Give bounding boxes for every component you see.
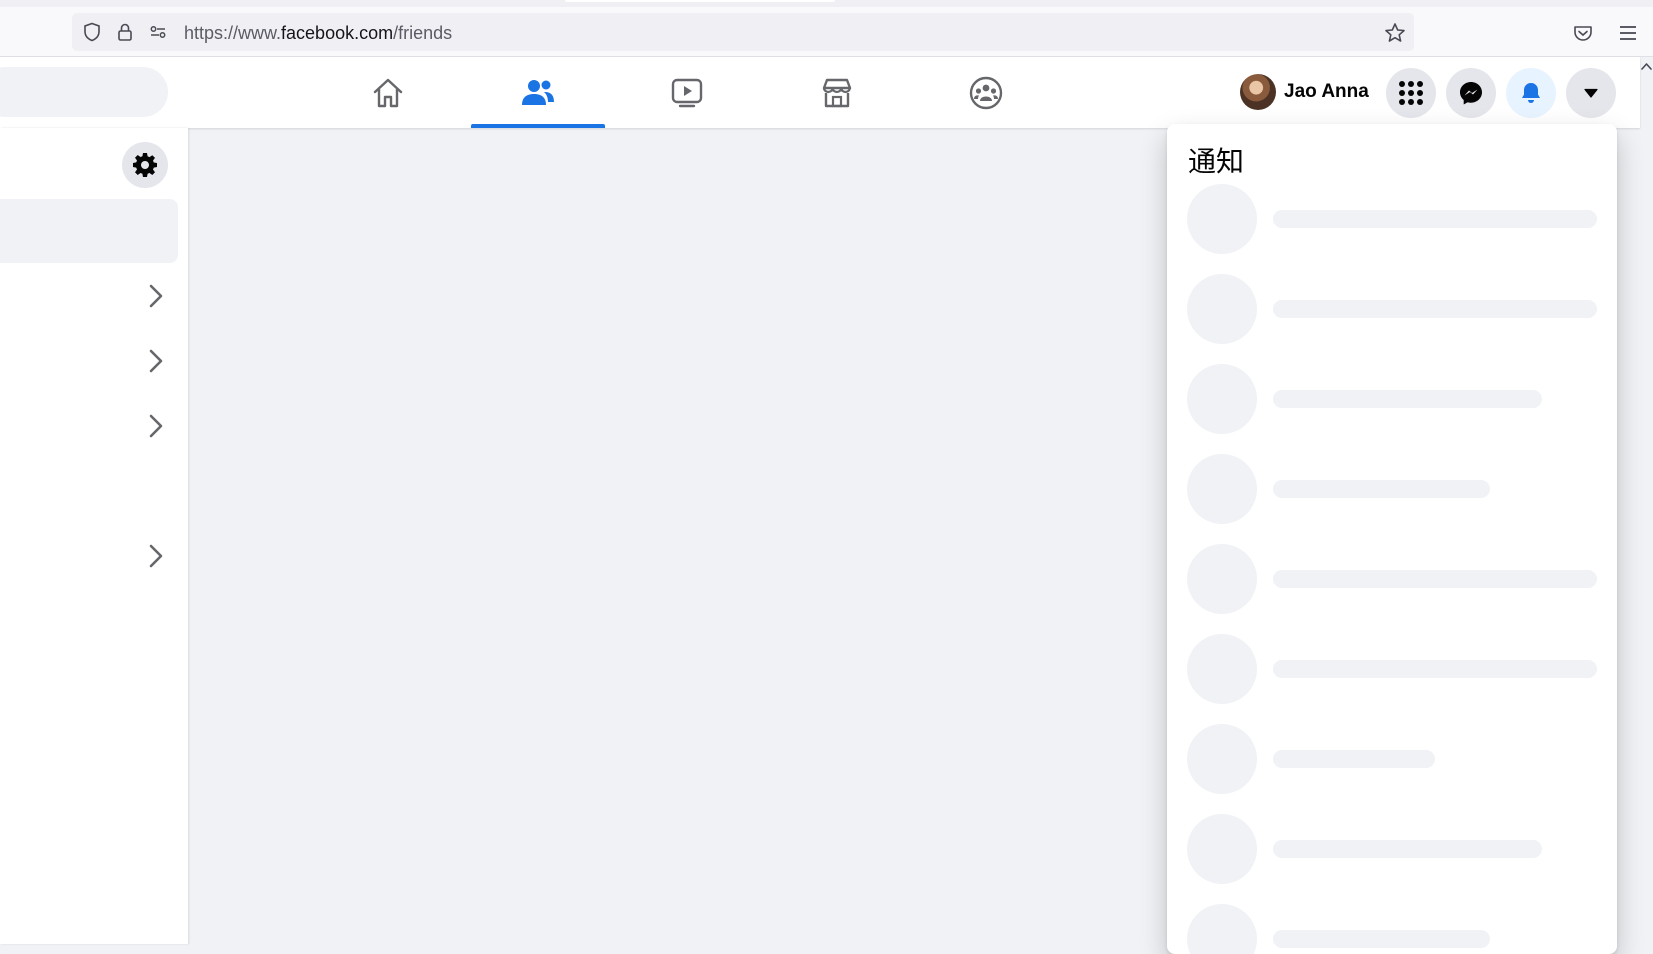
notification-skeleton-row bbox=[1187, 274, 1597, 344]
address-bar[interactable]: https://www.facebook.com/friends bbox=[72, 13, 1414, 51]
notifications-button[interactable] bbox=[1506, 68, 1556, 118]
url-text[interactable]: https://www.facebook.com/friends bbox=[184, 23, 452, 44]
messenger-icon bbox=[1460, 82, 1482, 105]
grid-icon bbox=[1399, 81, 1423, 105]
left-sidebar bbox=[0, 128, 188, 944]
chevron-right-icon[interactable] bbox=[146, 412, 166, 440]
skeleton-avatar bbox=[1187, 724, 1257, 794]
app-menu-icon[interactable] bbox=[1617, 22, 1639, 44]
chevron-right-icon[interactable] bbox=[146, 542, 166, 570]
url-host: facebook.com bbox=[281, 23, 394, 43]
skeleton-text-bar bbox=[1273, 750, 1435, 768]
messenger-button[interactable] bbox=[1446, 68, 1496, 118]
bell-icon bbox=[1522, 83, 1540, 103]
skeleton-text-bar bbox=[1273, 930, 1490, 948]
notification-skeleton-row bbox=[1187, 364, 1597, 434]
active-browser-tab[interactable] bbox=[565, 0, 835, 2]
skeleton-avatar bbox=[1187, 454, 1257, 524]
sidebar-item-selected[interactable] bbox=[0, 199, 178, 263]
pocket-icon[interactable] bbox=[1572, 22, 1594, 44]
notification-skeleton-row bbox=[1187, 544, 1597, 614]
nav-tab-watch[interactable] bbox=[620, 57, 754, 128]
skeleton-avatar bbox=[1187, 544, 1257, 614]
notification-skeleton-row bbox=[1187, 904, 1597, 954]
nav-tab-friends[interactable] bbox=[471, 57, 605, 128]
nav-tab-home[interactable] bbox=[321, 57, 455, 128]
browser-tab-strip bbox=[0, 0, 1653, 7]
bookmark-star-icon[interactable] bbox=[1384, 22, 1406, 44]
browser-toolbar: https://www.facebook.com/friends bbox=[0, 7, 1653, 57]
nav-tab-groups[interactable] bbox=[919, 57, 1053, 128]
store-icon bbox=[822, 78, 852, 107]
facebook-header: Jao Anna bbox=[0, 57, 1640, 128]
gear-icon bbox=[133, 153, 157, 177]
lock-icon[interactable] bbox=[115, 22, 135, 42]
home-icon bbox=[373, 78, 403, 107]
notification-skeleton-row bbox=[1187, 184, 1597, 254]
scroll-up-arrow-icon[interactable] bbox=[1640, 60, 1653, 74]
skeleton-text-bar bbox=[1273, 390, 1542, 408]
url-prefix: https://www. bbox=[184, 23, 282, 43]
skeleton-text-bar bbox=[1273, 300, 1597, 318]
notifications-panel: 通知 bbox=[1167, 124, 1617, 954]
notification-skeleton-row bbox=[1187, 454, 1597, 524]
skeleton-avatar bbox=[1187, 274, 1257, 344]
permissions-icon[interactable] bbox=[148, 22, 168, 42]
caret-down-icon bbox=[1584, 88, 1598, 98]
notification-skeleton-row bbox=[1187, 724, 1597, 794]
notifications-title: 通知 bbox=[1188, 145, 1245, 178]
url-path: /friends bbox=[393, 23, 453, 43]
shield-icon[interactable] bbox=[82, 22, 102, 42]
skeleton-text-bar bbox=[1273, 210, 1597, 228]
account-button[interactable] bbox=[1566, 68, 1616, 118]
profile-name: Jao Anna bbox=[1284, 81, 1369, 102]
video-icon bbox=[671, 78, 703, 107]
skeleton-text-bar bbox=[1273, 480, 1490, 498]
search-input[interactable] bbox=[0, 67, 168, 117]
skeleton-avatar bbox=[1187, 904, 1257, 954]
settings-button[interactable] bbox=[122, 142, 168, 188]
skeleton-text-bar bbox=[1273, 660, 1597, 678]
menu-button[interactable] bbox=[1386, 68, 1436, 118]
nav-tab-marketplace[interactable] bbox=[770, 57, 904, 128]
skeleton-avatar bbox=[1187, 184, 1257, 254]
friends-icon bbox=[522, 79, 554, 105]
chevron-right-icon[interactable] bbox=[146, 282, 166, 310]
avatar bbox=[1240, 74, 1276, 110]
groups-icon bbox=[969, 76, 1003, 109]
skeleton-avatar bbox=[1187, 814, 1257, 884]
notification-skeleton-row bbox=[1187, 814, 1597, 884]
skeleton-avatar bbox=[1187, 364, 1257, 434]
profile-button[interactable]: Jao Anna bbox=[1240, 72, 1369, 112]
skeleton-text-bar bbox=[1273, 840, 1542, 858]
skeleton-text-bar bbox=[1273, 570, 1597, 588]
chevron-right-icon[interactable] bbox=[146, 347, 166, 375]
skeleton-avatar bbox=[1187, 634, 1257, 704]
notification-skeleton-row bbox=[1187, 634, 1597, 704]
